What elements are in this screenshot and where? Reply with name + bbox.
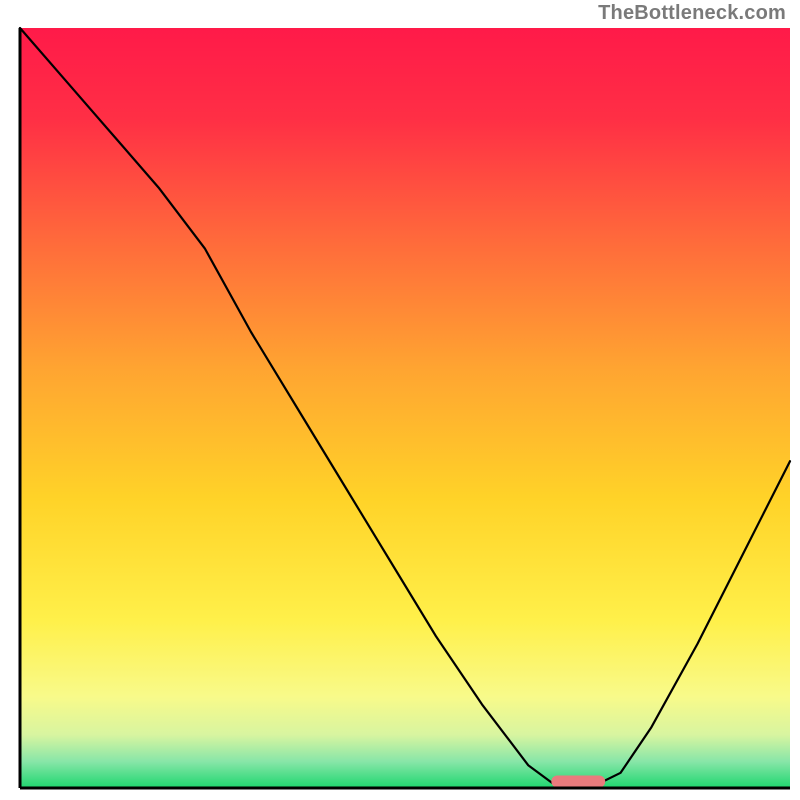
- bottleneck-chart: [0, 0, 800, 800]
- plot-background: [20, 28, 790, 788]
- optimal-marker: [551, 776, 605, 788]
- attribution-text: TheBottleneck.com: [598, 2, 786, 25]
